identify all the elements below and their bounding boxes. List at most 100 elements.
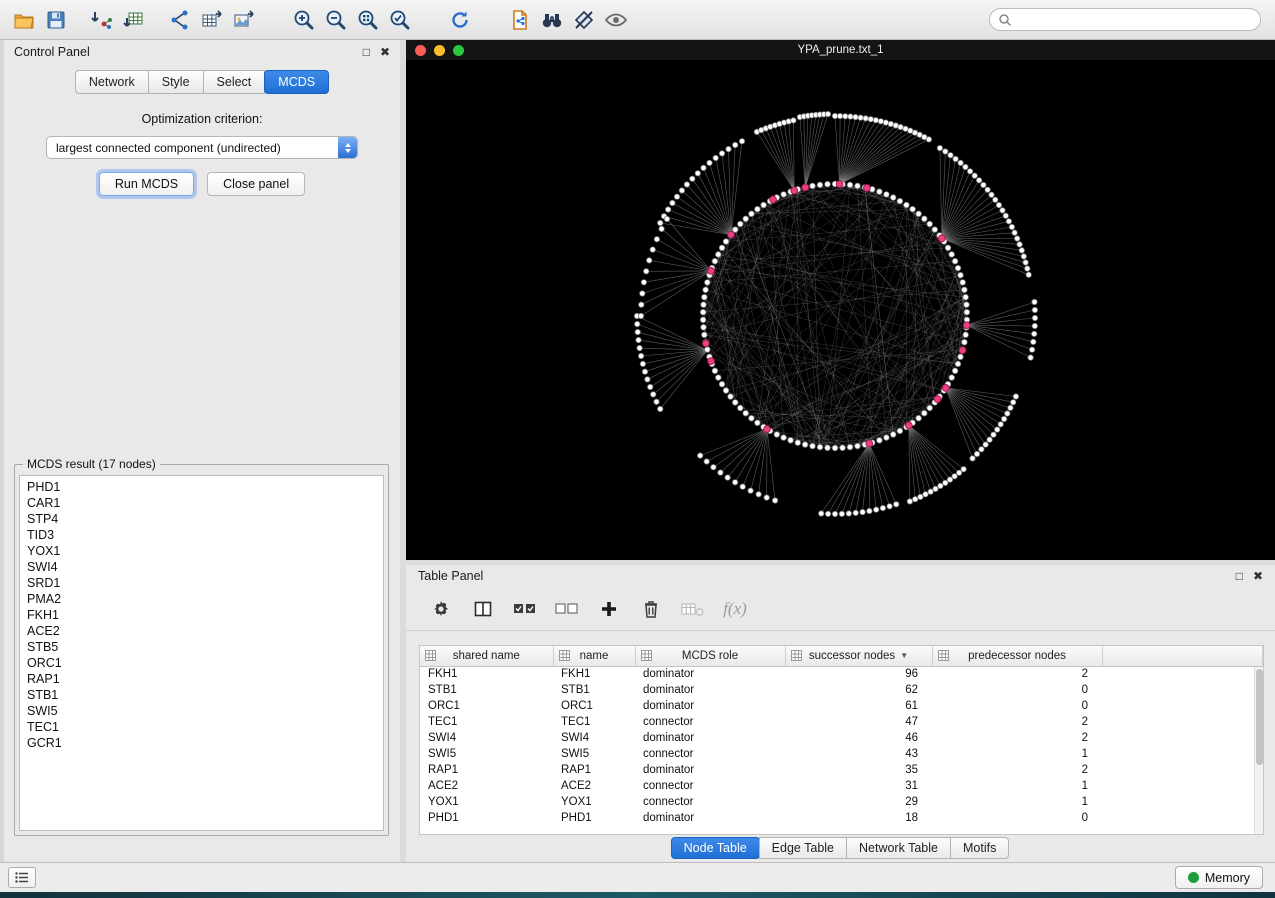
zoom-fit-icon[interactable] [352, 4, 384, 36]
control-panel: Control Panel □ ✖ Network Style Select M… [4, 40, 400, 862]
tab-mcds[interactable]: MCDS [264, 70, 329, 94]
mcds-result-item[interactable]: PMA2 [27, 591, 383, 607]
show-column-icon[interactable] [470, 596, 496, 622]
search-box[interactable] [989, 8, 1261, 31]
delete-column-icon[interactable] [638, 596, 664, 622]
tab-network[interactable]: Network [75, 70, 149, 94]
network-canvas[interactable] [406, 60, 1275, 560]
mcds-result-item[interactable]: SRD1 [27, 575, 383, 591]
column-type-icon [559, 650, 570, 664]
mcds-result-item[interactable]: FKH1 [27, 607, 383, 623]
float-table-panel-icon[interactable]: □ [1236, 570, 1243, 582]
search-input[interactable] [1012, 13, 1260, 27]
table-tabs: Node Table Edge Table Network Table Moti… [406, 837, 1275, 859]
memory-button[interactable]: Memory [1175, 866, 1263, 889]
table-row[interactable]: FKH1FKH1dominator962 [420, 666, 1263, 682]
zoom-in-icon[interactable] [288, 4, 320, 36]
tab-edge-table[interactable]: Edge Table [759, 837, 847, 859]
import-network-icon[interactable] [86, 4, 118, 36]
import-table-icon[interactable] [118, 4, 150, 36]
mcds-result-item[interactable]: STB5 [27, 639, 383, 655]
table-row[interactable]: ACE2ACE2connector311 [420, 778, 1263, 794]
select-all-rows-icon[interactable] [512, 596, 538, 622]
graphics-details-icon[interactable] [568, 4, 600, 36]
table-row[interactable]: SWI4SWI4dominator462 [420, 730, 1263, 746]
mcds-result-item[interactable]: ORC1 [27, 655, 383, 671]
table-cell-mcds-role: connector [635, 746, 785, 762]
mcds-result-item[interactable]: CAR1 [27, 495, 383, 511]
tab-motifs[interactable]: Motifs [950, 837, 1009, 859]
table-cell-mcds-role: connector [635, 714, 785, 730]
mcds-result-item[interactable]: GCR1 [27, 735, 383, 751]
mcds-result-item[interactable]: SWI4 [27, 559, 383, 575]
table-cell-mcds-role: dominator [635, 730, 785, 746]
open-file-icon[interactable] [8, 4, 40, 36]
mcds-result-item[interactable]: STP4 [27, 511, 383, 527]
deselect-all-rows-icon[interactable] [554, 596, 580, 622]
mcds-result-item[interactable]: RAP1 [27, 671, 383, 687]
table-cell-predecessor-nodes: 1 [932, 778, 1102, 794]
mcds-result-item[interactable]: SWI5 [27, 703, 383, 719]
tab-style[interactable]: Style [148, 70, 204, 94]
export-network-icon[interactable] [164, 4, 196, 36]
table-cell-name: RAP1 [553, 762, 635, 778]
table-settings-gear-icon[interactable] [428, 596, 454, 622]
binoculars-icon[interactable] [536, 4, 568, 36]
tab-node-table[interactable]: Node Table [671, 837, 760, 859]
function-builder-icon: f(x) [722, 596, 748, 622]
table-scrollbar-thumb[interactable] [1256, 669, 1263, 765]
export-image-icon[interactable] [228, 4, 260, 36]
mcds-result-item[interactable]: STB1 [27, 687, 383, 703]
mcds-result-item[interactable]: ACE2 [27, 623, 383, 639]
column-header-shared-name[interactable]: shared name [420, 646, 553, 666]
column-header-filler [1102, 646, 1263, 666]
table-scrollbar[interactable] [1254, 667, 1263, 834]
export-table-icon[interactable] [196, 4, 228, 36]
eye-icon[interactable] [600, 4, 632, 36]
close-table-panel-icon[interactable]: ✖ [1253, 570, 1263, 582]
table-cell-successor-nodes: 46 [785, 730, 932, 746]
table-row[interactable]: PHD1PHD1dominator180 [420, 810, 1263, 826]
table-cell-predecessor-nodes: 0 [932, 698, 1102, 714]
table-row[interactable]: STB1STB1dominator620 [420, 682, 1263, 698]
table-row[interactable]: TEC1TEC1connector472 [420, 714, 1263, 730]
table-row[interactable]: RAP1RAP1dominator352 [420, 762, 1263, 778]
float-panel-icon[interactable]: □ [363, 46, 370, 58]
table-cell-predecessor-nodes: 2 [932, 730, 1102, 746]
column-header-mcds-role[interactable]: MCDS role [635, 646, 785, 666]
criterion-dropdown[interactable]: largest connected component (undirected) [46, 136, 358, 159]
run-mcds-button[interactable]: Run MCDS [99, 172, 194, 196]
refresh-icon[interactable] [444, 4, 476, 36]
table-cell-successor-nodes: 61 [785, 698, 932, 714]
mcds-result-item[interactable]: TEC1 [27, 719, 383, 735]
network-view-window[interactable]: YPA_prune.txt_1 [406, 40, 1275, 560]
tab-select[interactable]: Select [203, 70, 266, 94]
table-cell-successor-nodes: 62 [785, 682, 932, 698]
column-header-name[interactable]: name [553, 646, 635, 666]
task-history-button[interactable] [8, 867, 36, 888]
save-icon[interactable] [40, 4, 72, 36]
table-row[interactable]: SWI5SWI5connector431 [420, 746, 1263, 762]
mcds-result-item[interactable]: TID3 [27, 527, 383, 543]
column-header-predecessor-nodes[interactable]: predecessor nodes [932, 646, 1102, 666]
mcds-result-item[interactable]: PHD1 [27, 479, 383, 495]
create-column-icon[interactable] [596, 596, 622, 622]
column-header-successor-nodes[interactable]: successor nodes▼ [785, 646, 932, 666]
search-icon [998, 13, 1012, 27]
optimization-criterion-label: Optimization criterion: [4, 112, 400, 126]
table-cell-shared-name: STB1 [420, 682, 553, 698]
clear-table-icon[interactable] [680, 596, 706, 622]
close-panel-icon[interactable]: ✖ [380, 46, 390, 58]
zoom-selected-icon[interactable] [384, 4, 416, 36]
table-header-row: shared name name MCDS role successo [420, 646, 1263, 666]
table-row[interactable]: YOX1YOX1connector291 [420, 794, 1263, 810]
mcds-result-item[interactable]: YOX1 [27, 543, 383, 559]
table-cell-name: ORC1 [553, 698, 635, 714]
tab-network-table[interactable]: Network Table [846, 837, 951, 859]
table-cell-shared-name: RAP1 [420, 762, 553, 778]
mcds-result-list[interactable]: PHD1CAR1STP4TID3YOX1SWI4SRD1PMA2FKH1ACE2… [19, 475, 384, 831]
close-panel-button[interactable]: Close panel [207, 172, 305, 196]
share-document-icon[interactable] [504, 4, 536, 36]
zoom-out-icon[interactable] [320, 4, 352, 36]
table-row[interactable]: ORC1ORC1dominator610 [420, 698, 1263, 714]
